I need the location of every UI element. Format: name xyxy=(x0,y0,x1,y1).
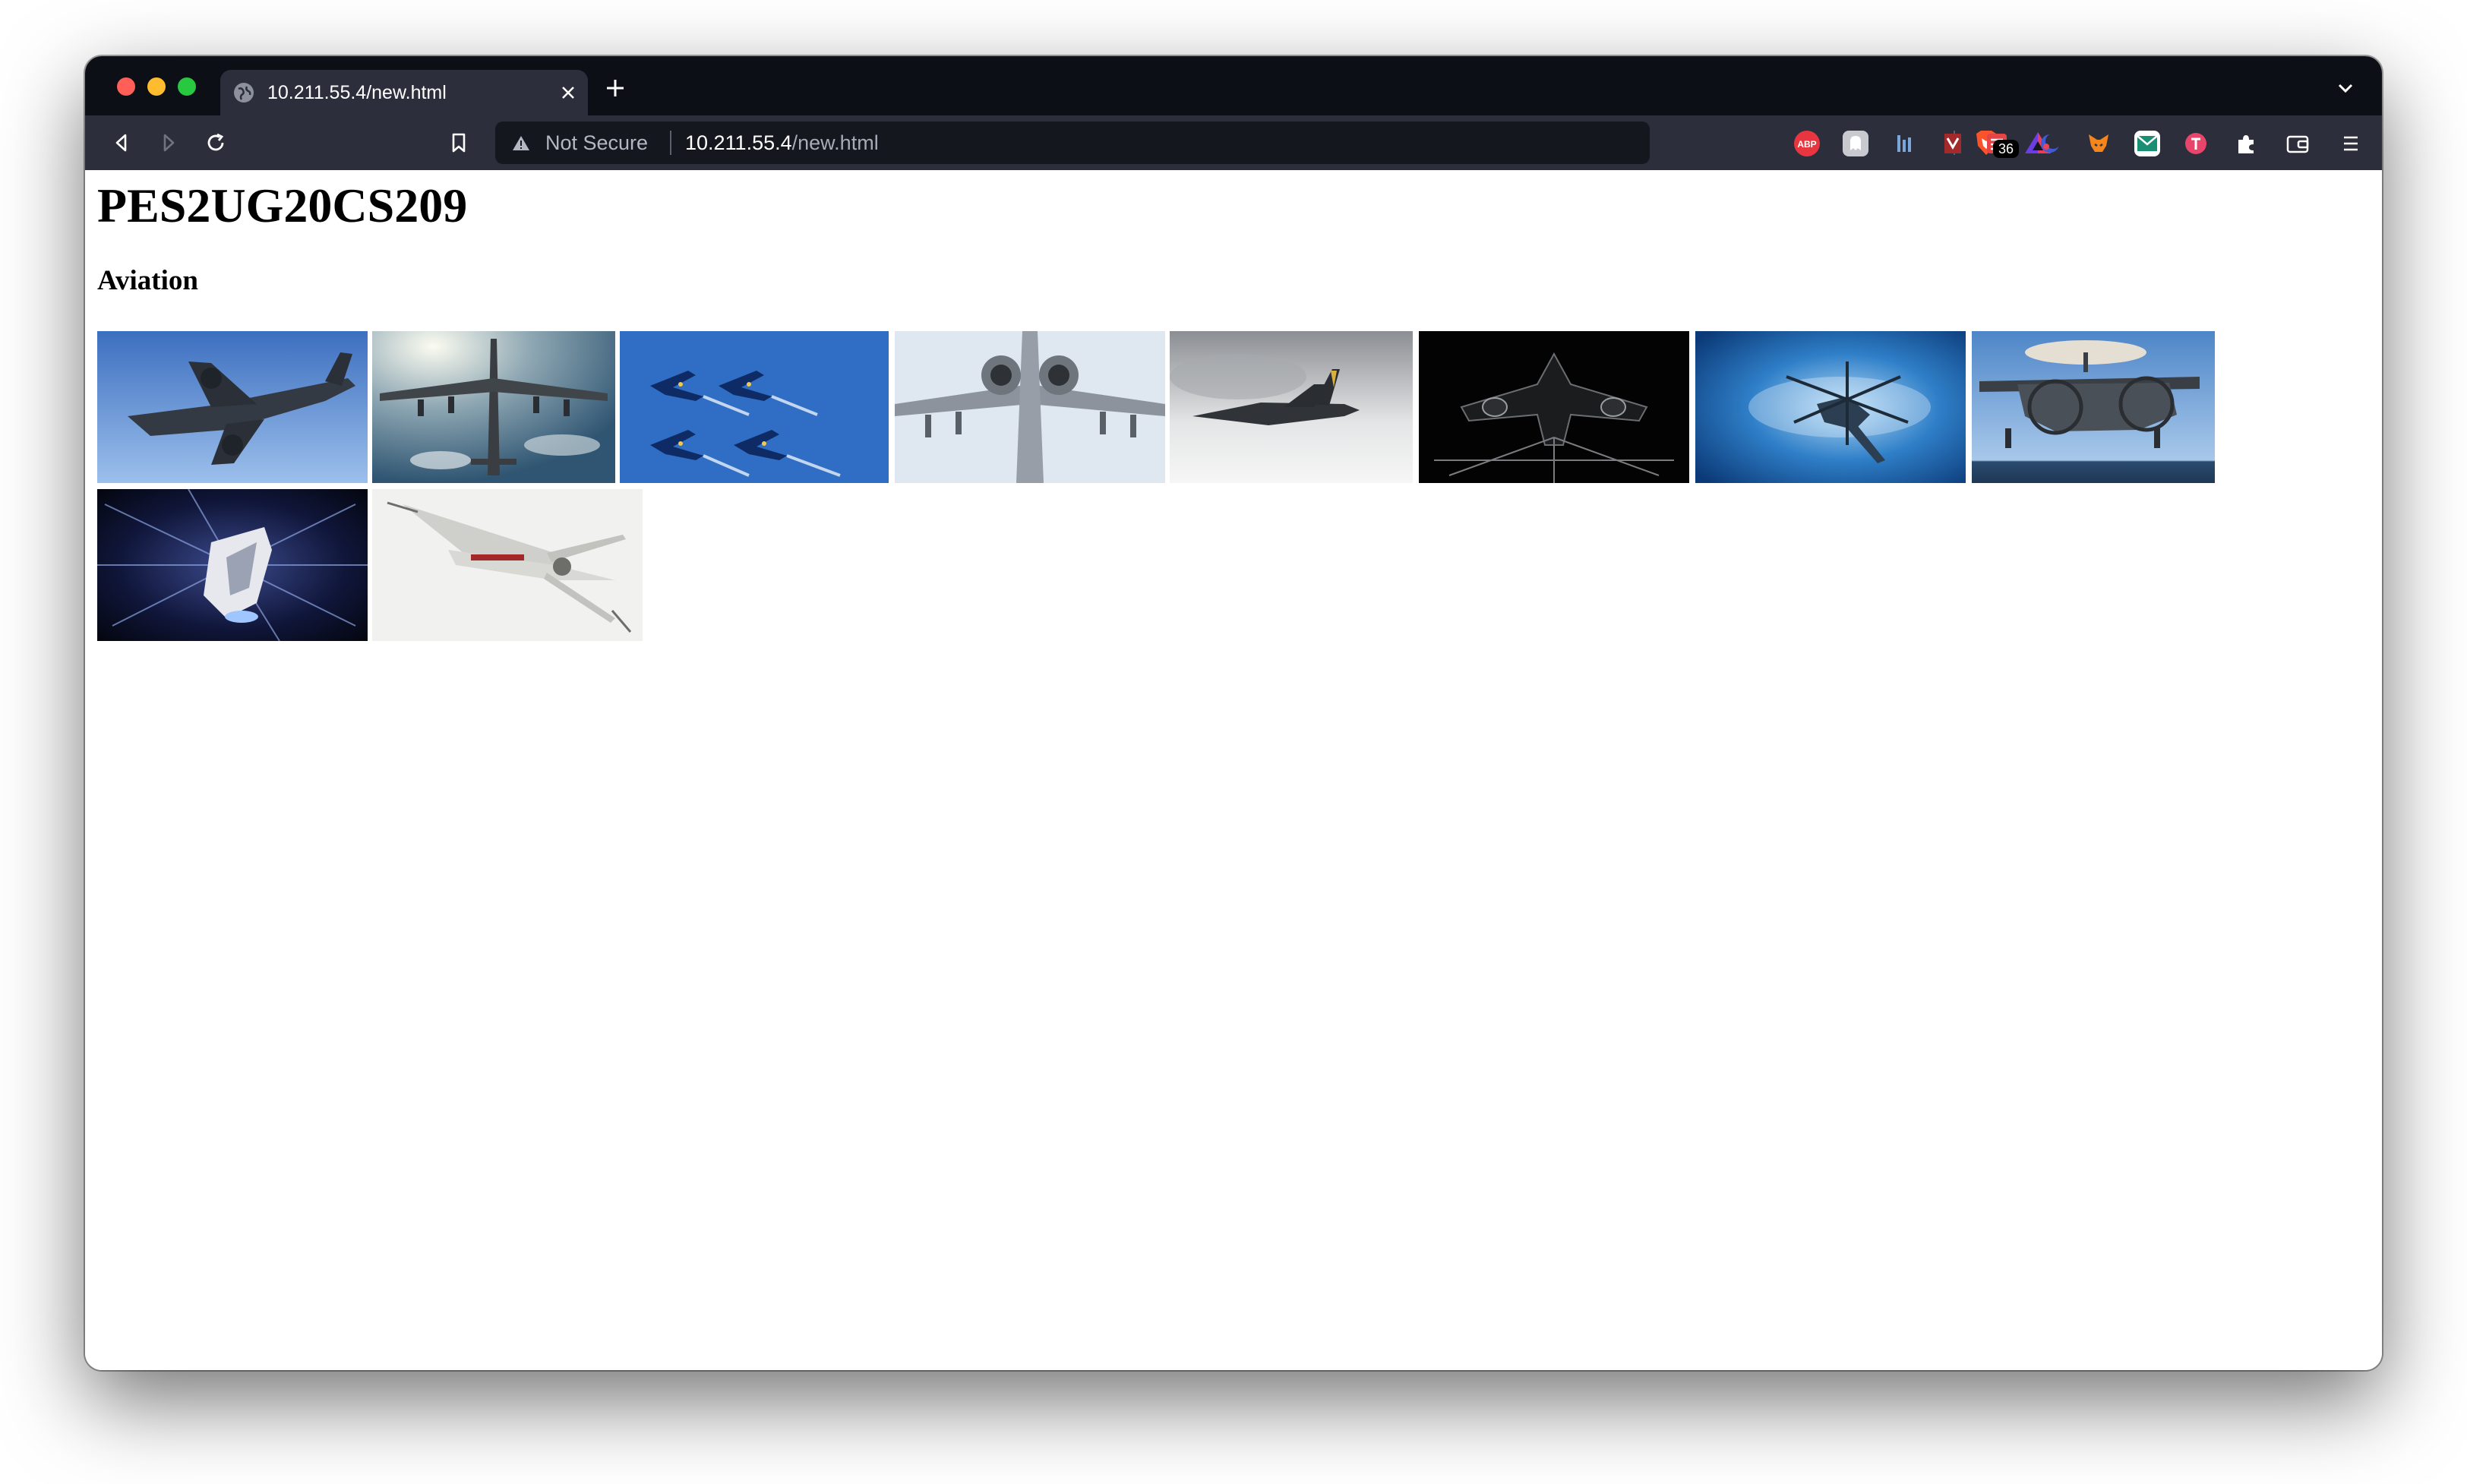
puzzle-icon[interactable] xyxy=(2233,131,2259,156)
adblock-extension-icon[interactable]: ABP xyxy=(1794,131,1820,156)
gallery-image-f35-fighter[interactable] xyxy=(1170,331,1413,483)
menu-icon[interactable] xyxy=(2338,131,2364,156)
window-maximize-button[interactable] xyxy=(178,77,196,96)
warning-icon[interactable] xyxy=(512,134,530,151)
forward-button[interactable] xyxy=(158,132,179,153)
svg-text:ABP: ABP xyxy=(1797,139,1816,150)
back-button[interactable] xyxy=(111,132,132,153)
page-title: PES2UG20CS209 xyxy=(97,178,468,232)
page-content: PES2UG20CS209 Aviation xyxy=(85,170,2382,1370)
wallet-icon[interactable] xyxy=(2285,131,2311,156)
close-icon[interactable] xyxy=(559,84,577,102)
gallery-image-x-wing[interactable] xyxy=(372,489,643,641)
mail-extension-icon[interactable] xyxy=(2134,131,2160,156)
bars-extension-icon[interactable] xyxy=(1891,131,1917,156)
ghost-extension-icon[interactable] xyxy=(1843,131,1868,156)
url-host: 10.211.55.4 xyxy=(685,131,792,154)
gallery-image-starship-hyperspace[interactable] xyxy=(97,489,368,641)
gallery-image-a10-warthog[interactable] xyxy=(895,331,1165,483)
gallery-image-e2-hawkeye[interactable] xyxy=(1972,331,2215,483)
image-gallery xyxy=(97,331,2345,650)
address-bar[interactable]: Not Secure 10.211.55.4/new.html xyxy=(495,122,2051,164)
extension-badge: 36 xyxy=(1993,140,2019,158)
moon-extension-icon[interactable] xyxy=(2037,131,2063,156)
gallery-image-helicopter[interactable] xyxy=(1695,331,1966,483)
security-label[interactable]: Not Secure xyxy=(545,131,648,155)
chevron-down-icon[interactable] xyxy=(2336,82,2355,94)
gallery-image-blue-angels[interactable] xyxy=(620,331,889,483)
new-tab-button[interactable] xyxy=(605,77,626,99)
window-minimize-button[interactable] xyxy=(147,77,166,96)
tab-strip: 10.211.55.4/new.html xyxy=(85,56,2382,115)
mega-extension-icon[interactable] xyxy=(1940,131,1966,156)
window-close-button[interactable] xyxy=(117,77,135,96)
omnibox-divider xyxy=(670,131,671,155)
bookmark-button[interactable] xyxy=(448,132,469,153)
gallery-image-b52-bomber[interactable] xyxy=(372,331,615,483)
browser-window: 10.211.55.4/new.html Not Secure 10.211.5… xyxy=(85,56,2382,1370)
tab-title: 10.211.55.4/new.html xyxy=(267,82,447,103)
tab-active[interactable]: 10.211.55.4/new.html xyxy=(220,70,588,115)
globe-icon xyxy=(234,83,254,103)
gallery-image-sr71-blackbird[interactable] xyxy=(1419,331,1689,483)
gallery-image-transport-aircraft[interactable] xyxy=(97,331,368,483)
url-path: /new.html xyxy=(791,131,879,154)
section-heading: Aviation xyxy=(97,265,198,296)
url-text[interactable]: 10.211.55.4/new.html xyxy=(685,131,879,155)
browser-toolbar: Not Secure 10.211.55.4/new.html ABP xyxy=(85,115,2382,170)
reload-button[interactable] xyxy=(205,132,226,153)
t-extension-icon[interactable] xyxy=(2183,131,2209,156)
metamask-fox-icon[interactable] xyxy=(2086,131,2112,156)
